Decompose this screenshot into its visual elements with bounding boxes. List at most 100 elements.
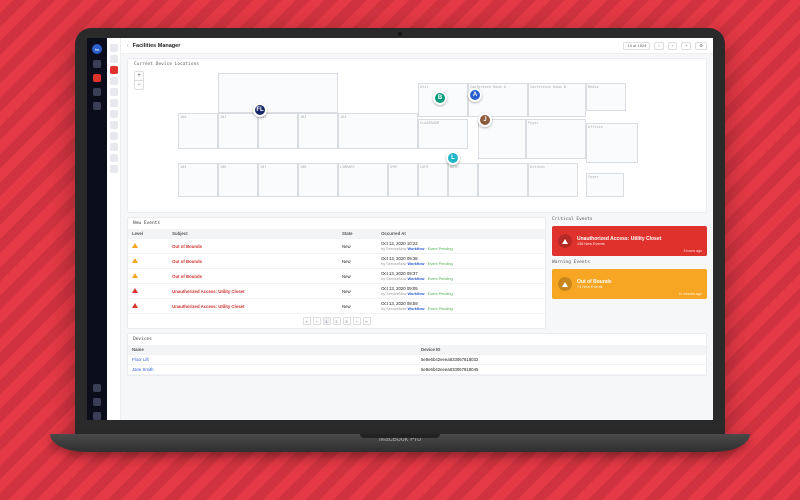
- gear-icon[interactable]: ⚙: [695, 42, 707, 50]
- warning-icon: [558, 277, 572, 291]
- warning-icon: [132, 258, 138, 263]
- col-name[interactable]: Name: [128, 345, 417, 355]
- room: Media: [586, 83, 626, 111]
- marker-pin[interactable]: A: [468, 88, 482, 102]
- devices-panel: Devices Name Device ID Floor Lift 5e8e6b…: [127, 333, 707, 376]
- col-level[interactable]: Level: [128, 229, 168, 239]
- nav-icon-help[interactable]: [93, 412, 101, 420]
- col-state[interactable]: State: [338, 229, 377, 239]
- event-subject-link[interactable]: Unauthorized Access: Utility Closet: [172, 289, 244, 294]
- zoom-in-button[interactable]: +: [135, 72, 143, 80]
- devices-table: Name Device ID Floor Lift 5e8e6b42eeea83…: [128, 345, 706, 375]
- rail-item[interactable]: [110, 143, 118, 151]
- room: 104: [338, 113, 418, 149]
- event-subject-link[interactable]: Out of Bounds: [172, 274, 202, 279]
- device-id: 5e8e6b42eeea833067818045: [417, 365, 706, 375]
- rail-item[interactable]: [110, 121, 118, 129]
- rail-item[interactable]: [110, 88, 118, 96]
- pager-button[interactable]: »: [363, 317, 371, 325]
- col-device-id[interactable]: Device ID: [417, 345, 706, 355]
- table-row[interactable]: Out of Bounds New Oct 13, 2020 10:22by S…: [128, 239, 545, 254]
- device-name-link[interactable]: Floor Lift: [132, 357, 149, 362]
- event-occurred: Oct 13, 2020 10:22by ServiceNow Workflow…: [377, 239, 545, 254]
- room: 108: [298, 163, 338, 197]
- room: LIBRARY: [338, 163, 388, 197]
- room: 100: [178, 113, 218, 149]
- room: 105: [178, 163, 218, 197]
- pager-button[interactable]: ‹: [313, 317, 321, 325]
- marker-pin[interactable]: L: [446, 151, 460, 165]
- nav-icon-3[interactable]: [93, 88, 101, 96]
- room: Kitchen: [528, 163, 578, 197]
- prev-button[interactable]: ‹: [654, 42, 663, 50]
- zoom-out-button[interactable]: −: [135, 80, 143, 89]
- rail-item[interactable]: [110, 55, 118, 63]
- marker-pin[interactable]: B: [433, 91, 447, 105]
- nav-icon-expand[interactable]: [93, 384, 101, 392]
- room: [478, 163, 528, 197]
- canvas-title: Current Device Locations: [134, 62, 199, 67]
- card-ago: 3 hours ago: [684, 249, 703, 253]
- nav-icon-alerts[interactable]: [93, 74, 101, 82]
- marker-avatar[interactable]: J: [478, 113, 492, 127]
- event-occurred: Oct 13, 2020 08:59by ServiceNow Workflow…: [377, 299, 545, 314]
- event-state: New: [338, 299, 377, 314]
- room: 107: [258, 163, 298, 197]
- events-title: New Events: [128, 218, 545, 229]
- room: 101: [218, 113, 258, 149]
- event-state: New: [338, 239, 377, 254]
- table-row[interactable]: Jane Smith 5e8e6b42eeea833067818045: [128, 365, 706, 375]
- rail-item[interactable]: [110, 77, 118, 85]
- record-pager[interactable]: 10 of 1524: [623, 42, 650, 50]
- table-row[interactable]: Floor Lift 5e8e6b42eeea833067818032: [128, 355, 706, 365]
- floor-plan[interactable]: 100 101 102 103 104 105 106 107 108 LIBR…: [178, 73, 658, 201]
- pager-button[interactable]: «: [303, 317, 311, 325]
- event-occurred: Oct 13, 2020 09:38by ServiceNow Workflow…: [377, 254, 545, 269]
- col-occurred[interactable]: Occurred At: [377, 229, 545, 239]
- rail-item-active[interactable]: [110, 66, 118, 74]
- event-subject-link[interactable]: Unauthorized Access: Utility Closet: [172, 304, 244, 309]
- device-name-link[interactable]: Jane Smith: [132, 367, 154, 372]
- room: Conference Room B: [528, 83, 586, 117]
- room: Offices: [586, 123, 638, 163]
- col-subject[interactable]: Subject: [168, 229, 338, 239]
- table-row[interactable]: Out of Bounds New Oct 13, 2020 09:38by S…: [128, 254, 545, 269]
- room: CLASSROOM: [418, 119, 468, 149]
- add-button[interactable]: +: [681, 42, 691, 50]
- card-ago: 11 minutes ago: [678, 292, 702, 296]
- rail-item[interactable]: [110, 132, 118, 140]
- table-row[interactable]: Unauthorized Access: Utility Closet New …: [128, 299, 545, 314]
- events-table: Level Subject State Occurred At Out of B…: [128, 229, 545, 314]
- marker-pin[interactable]: FL: [253, 103, 267, 117]
- app-logo[interactable]: fm: [92, 44, 102, 54]
- rail-item[interactable]: [110, 165, 118, 173]
- event-subject-link[interactable]: Out of Bounds: [172, 259, 202, 264]
- pager-button[interactable]: 1: [323, 317, 331, 325]
- pager-button[interactable]: ›: [353, 317, 361, 325]
- nav-icon-settings[interactable]: [93, 398, 101, 406]
- rail-item[interactable]: [110, 44, 118, 52]
- event-subject-link[interactable]: Out of Bounds: [172, 244, 202, 249]
- back-icon[interactable]: ‹: [127, 43, 129, 49]
- rail-item[interactable]: [110, 110, 118, 118]
- pager-button[interactable]: 2: [333, 317, 341, 325]
- nav-icon-home[interactable]: [93, 60, 101, 68]
- top-bar: ‹ Facilities Manager 10 of 1524 ‹ › + ⚙: [121, 38, 713, 54]
- next-button[interactable]: ›: [668, 42, 677, 50]
- rail-item[interactable]: [110, 154, 118, 162]
- warning-icon: [132, 243, 138, 248]
- warning-icon: [132, 273, 138, 278]
- rail-item[interactable]: [110, 99, 118, 107]
- warning-heading: Warning Events: [552, 260, 707, 265]
- pager-button[interactable]: 3: [343, 317, 351, 325]
- table-row[interactable]: Unauthorized Access: Utility Closet New …: [128, 284, 545, 299]
- critical-icon: [132, 303, 138, 308]
- table-row[interactable]: Out of Bounds New Oct 13, 2020 09:37by S…: [128, 269, 545, 284]
- critical-heading: Critical Events: [552, 217, 707, 222]
- nav-icon-4[interactable]: [93, 102, 101, 110]
- warning-event-card[interactable]: Out of Bounds 74 New Events 11 minutes a…: [552, 269, 707, 299]
- room: BATH: [448, 163, 478, 197]
- event-occurred: Oct 13, 2020 09:05by ServiceNow Workflow…: [377, 284, 545, 299]
- critical-icon: [132, 288, 138, 293]
- critical-event-card[interactable]: Unauthorized Access: Utility Closet 138 …: [552, 226, 707, 256]
